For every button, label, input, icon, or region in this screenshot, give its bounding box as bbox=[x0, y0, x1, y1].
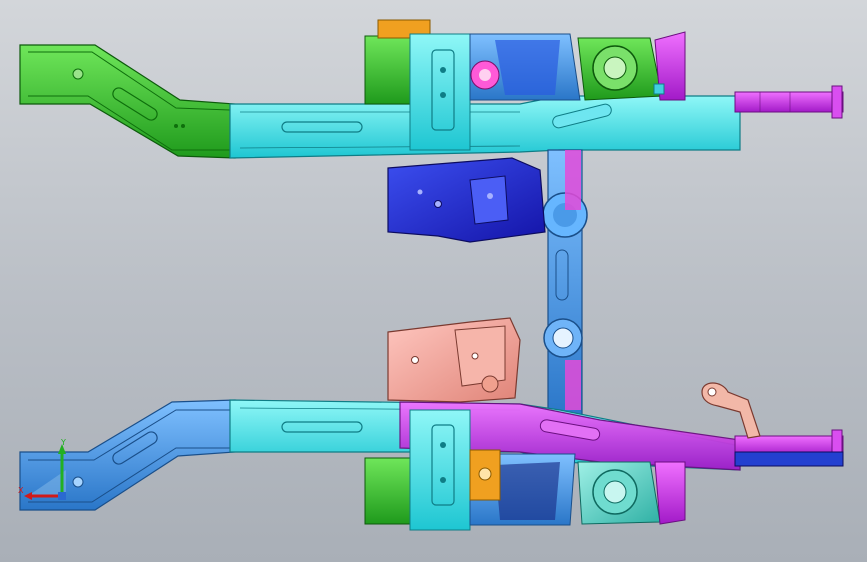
cad-viewport[interactable]: X Y bbox=[0, 0, 867, 562]
triad-z-axis bbox=[58, 492, 66, 500]
triad-y-label: Y bbox=[61, 438, 66, 447]
lower-mount-plate[interactable] bbox=[387, 317, 521, 403]
lower-hook-bracket[interactable] bbox=[701, 382, 761, 439]
cad-model-view[interactable] bbox=[0, 0, 867, 562]
center-cross-member[interactable] bbox=[542, 149, 588, 421]
lower-shock-tower[interactable] bbox=[577, 461, 686, 525]
upper-rear-tube[interactable] bbox=[734, 85, 844, 119]
triad-x-label: X bbox=[18, 486, 24, 495]
upper-front-rail-extension[interactable] bbox=[19, 44, 236, 159]
upper-suspension-bracket[interactable] bbox=[387, 157, 546, 243]
upper-shock-tower[interactable] bbox=[577, 31, 686, 101]
upper-main-rail[interactable] bbox=[229, 95, 741, 159]
